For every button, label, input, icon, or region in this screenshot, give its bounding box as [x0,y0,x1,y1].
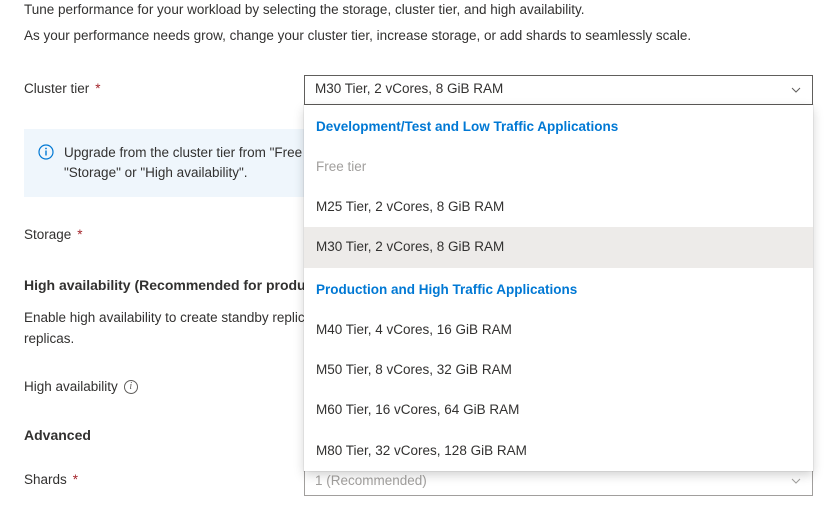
dropdown-option[interactable]: M25 Tier, 2 vCores, 8 GiB RAM [304,187,813,227]
chevron-down-icon [790,475,802,487]
dropdown-group-header-dev: Development/Test and Low Traffic Applica… [304,105,813,147]
required-asterisk: * [73,470,78,490]
storage-label-text: Storage [24,225,71,245]
intro-line-1: Tune performance for your workload by se… [24,0,813,20]
intro-line-2: As your performance needs grow, change y… [24,26,813,46]
required-asterisk: * [95,79,100,99]
dropdown-option[interactable]: M50 Tier, 8 vCores, 32 GiB RAM [304,350,813,390]
shards-selected-value: 1 (Recommended) [315,471,427,491]
dropdown-group-dev-options: Free tierM25 Tier, 2 vCores, 8 GiB RAMM3… [304,147,813,268]
cluster-tier-label-text: Cluster tier [24,79,89,99]
info-icon[interactable]: i [124,380,138,394]
cluster-tier-label: Cluster tier * [24,75,304,99]
dropdown-option[interactable]: M30 Tier, 2 vCores, 8 GiB RAM [304,227,813,267]
cluster-tier-dropdown: Development/Test and Low Traffic Applica… [304,105,813,471]
cluster-tier-select[interactable]: M30 Tier, 2 vCores, 8 GiB RAM [304,75,813,105]
ha-label: High availability i [24,373,304,397]
shards-label: Shards * [24,466,304,490]
required-asterisk: * [77,225,82,245]
dropdown-option[interactable]: M40 Tier, 4 vCores, 16 GiB RAM [304,310,813,350]
cluster-tier-control: M30 Tier, 2 vCores, 8 GiB RAM Developmen… [304,75,813,105]
info-icon [38,144,54,160]
chevron-down-icon [790,84,802,96]
dropdown-group-prod-options: M40 Tier, 4 vCores, 16 GiB RAMM50 Tier, … [304,310,813,471]
cluster-tier-row: Cluster tier * M30 Tier, 2 vCores, 8 GiB… [24,75,813,105]
dropdown-option[interactable]: M60 Tier, 16 vCores, 64 GiB RAM [304,390,813,430]
dropdown-group-header-prod: Production and High Traffic Applications [304,268,813,310]
dropdown-option[interactable]: M80 Tier, 32 vCores, 128 GiB RAM [304,431,813,471]
intro-text: Tune performance for your workload by se… [24,0,813,47]
storage-label: Storage * [24,221,304,245]
dropdown-option: Free tier [304,147,813,187]
cluster-tier-selected-value: M30 Tier, 2 vCores, 8 GiB RAM [315,79,503,99]
shards-label-text: Shards [24,470,67,490]
ha-label-text: High availability [24,377,118,397]
